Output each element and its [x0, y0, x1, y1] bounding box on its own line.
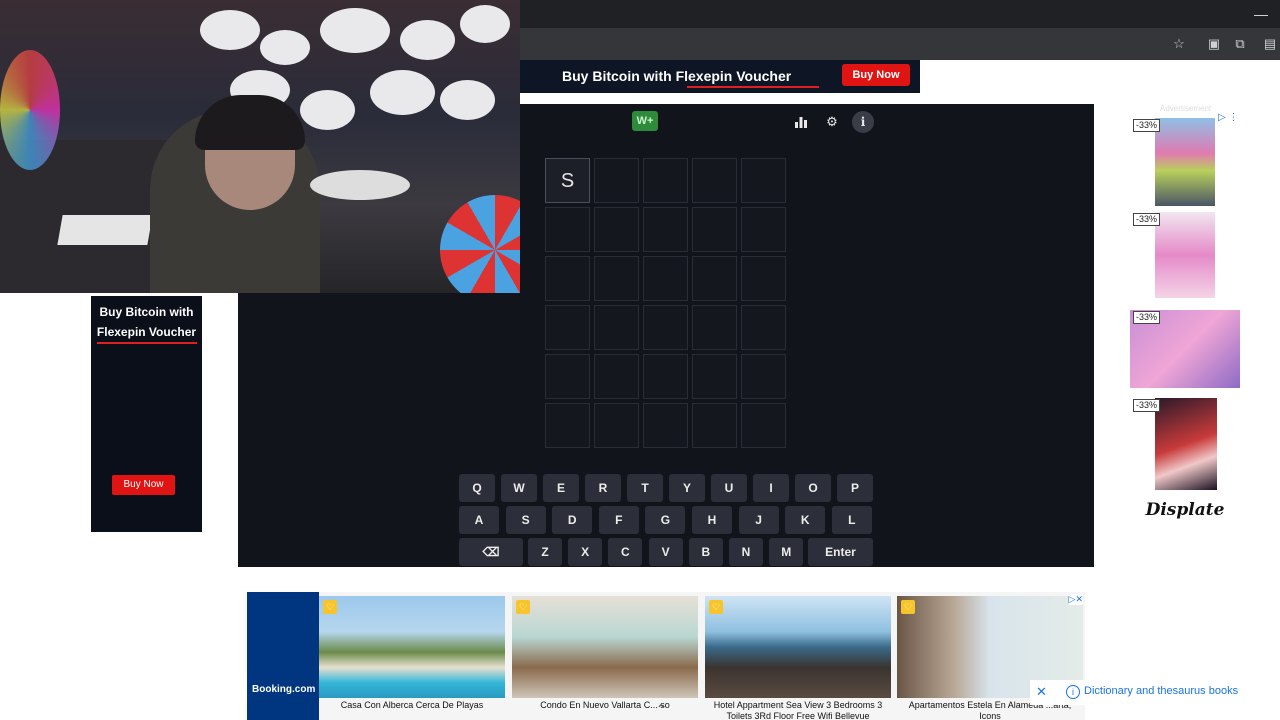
left-skyscraper-ad[interactable]: Buy Bitcoin with Flexepin Voucher Buy No…: [91, 296, 202, 532]
grid-cell: [692, 354, 737, 399]
grid-cell: [741, 354, 786, 399]
gear-icon[interactable]: ⚙: [821, 111, 843, 133]
enter-key[interactable]: Enter: [808, 538, 873, 566]
key-q[interactable]: Q: [459, 474, 495, 502]
grid-cell: [692, 403, 737, 448]
favorite-heart-icon[interactable]: ♡: [516, 600, 530, 614]
key-t[interactable]: T: [627, 474, 663, 502]
grid-cell: [643, 305, 688, 350]
grid-cell: [741, 158, 786, 203]
grid-cell: [594, 207, 639, 252]
grid-cell: [741, 207, 786, 252]
key-l[interactable]: L: [831, 506, 872, 534]
collapse-chevron-icon[interactable]: ⌃: [656, 702, 666, 716]
sidepanel-icon[interactable]: ▤: [1262, 36, 1278, 52]
close-icon[interactable]: ✕: [1036, 684, 1047, 700]
favorite-heart-icon[interactable]: ♡: [323, 600, 337, 614]
dictionary-link[interactable]: Dictionary and thesaurus books: [1084, 685, 1238, 697]
ad-underline: [687, 86, 819, 88]
displate-tile[interactable]: -33%: [1130, 308, 1240, 388]
backspace-key[interactable]: ⌫: [459, 538, 523, 566]
grid-cell: [594, 256, 639, 301]
dictionary-suggestion-bar[interactable]: ✕ i Dictionary and thesaurus books: [1030, 680, 1280, 705]
key-m[interactable]: M: [769, 538, 804, 566]
info-circle-icon: i: [1066, 685, 1080, 699]
grid-cell: [643, 256, 688, 301]
ad-close-icon[interactable]: ▷✕: [1068, 594, 1083, 605]
right-displate-ad[interactable]: Advertisement ▷ ⋮ -33% -33% -33% -33% Di…: [1130, 104, 1240, 524]
key-r[interactable]: R: [585, 474, 621, 502]
favorite-heart-icon[interactable]: ♡: [901, 600, 915, 614]
key-p[interactable]: P: [837, 474, 873, 502]
grid-cell: [545, 354, 590, 399]
left-ad-text: Buy Bitcoin with Flexepin Voucher: [96, 305, 197, 339]
grid-cell: [643, 158, 688, 203]
displate-tile[interactable]: -33%: [1130, 210, 1240, 300]
hotel-card[interactable]: ♡ Condo En Nuevo Vallarta C... so: [512, 596, 698, 720]
booking-logo: Booking.com: [247, 592, 319, 720]
grid-cell: [545, 403, 590, 448]
displate-logo: Displate: [1145, 500, 1225, 520]
grid-cell: [692, 158, 737, 203]
key-u[interactable]: U: [711, 474, 747, 502]
favorite-heart-icon[interactable]: ♡: [709, 600, 723, 614]
key-k[interactable]: K: [785, 506, 826, 534]
bar-chart-icon[interactable]: [790, 111, 812, 133]
key-e[interactable]: E: [543, 474, 579, 502]
cast-icon[interactable]: ▣: [1206, 36, 1222, 52]
advertisement-label: Advertisement: [1160, 104, 1212, 113]
key-w[interactable]: W: [501, 474, 537, 502]
bookmark-star-icon[interactable]: ☆: [1171, 36, 1187, 52]
key-o[interactable]: O: [795, 474, 831, 502]
backspace-icon: ⌫: [482, 545, 500, 559]
top-banner-ad[interactable]: Buy Bitcoin with Flexepin Voucher Buy No…: [520, 60, 920, 93]
grid-cell: [594, 158, 639, 203]
key-j[interactable]: J: [738, 506, 779, 534]
top-ad-buy-button[interactable]: Buy Now: [842, 64, 910, 86]
grid-cell: S: [545, 158, 590, 203]
key-f[interactable]: F: [598, 506, 639, 534]
webcam-overlay: [0, 0, 520, 293]
key-s[interactable]: S: [505, 506, 546, 534]
minimize-icon[interactable]: —: [1254, 6, 1268, 22]
grid-cell: [643, 403, 688, 448]
grid-cell: [741, 403, 786, 448]
extensions-icon[interactable]: ⧉: [1232, 36, 1248, 52]
key-b[interactable]: B: [688, 538, 723, 566]
grid-cell: [594, 354, 639, 399]
displate-tile[interactable]: -33%: [1130, 116, 1240, 206]
grid-cell: [545, 256, 590, 301]
wordle-plus-badge[interactable]: W+: [632, 111, 658, 131]
key-z[interactable]: Z: [528, 538, 562, 566]
key-v[interactable]: V: [648, 538, 683, 566]
grid-cell: [594, 403, 639, 448]
key-c[interactable]: C: [608, 538, 643, 566]
key-x[interactable]: X: [568, 538, 603, 566]
key-y[interactable]: Y: [669, 474, 705, 502]
grid-cell: [545, 305, 590, 350]
key-a[interactable]: A: [459, 506, 499, 534]
grid-cell: [741, 305, 786, 350]
bottom-booking-ad[interactable]: Booking.com ♡ Casa Con Alberca Cerca De …: [247, 592, 1085, 720]
hotel-card[interactable]: ♡ Casa Con Alberca Cerca De Playas: [319, 596, 505, 720]
info-icon[interactable]: i: [852, 111, 874, 133]
left-ad-buy-button[interactable]: Buy Now: [112, 475, 175, 495]
key-g[interactable]: G: [645, 506, 686, 534]
key-d[interactable]: D: [552, 506, 593, 534]
grid-cell: [692, 256, 737, 301]
grid-cell: [692, 305, 737, 350]
grid-cell: [643, 354, 688, 399]
grid-cell: [741, 256, 786, 301]
top-ad-text: Buy Bitcoin with Flexepin Voucher: [562, 68, 792, 84]
grid-cell: [692, 207, 737, 252]
displate-tile[interactable]: -33%: [1130, 396, 1240, 490]
grid-cell: [545, 207, 590, 252]
hotel-card[interactable]: ♡ Hotel Appartment Sea View 3 Bedrooms 3…: [705, 596, 891, 720]
key-i[interactable]: I: [753, 474, 789, 502]
grid-cell: [643, 207, 688, 252]
grid-cell: [594, 305, 639, 350]
key-h[interactable]: H: [692, 506, 732, 534]
key-n[interactable]: N: [729, 538, 763, 566]
